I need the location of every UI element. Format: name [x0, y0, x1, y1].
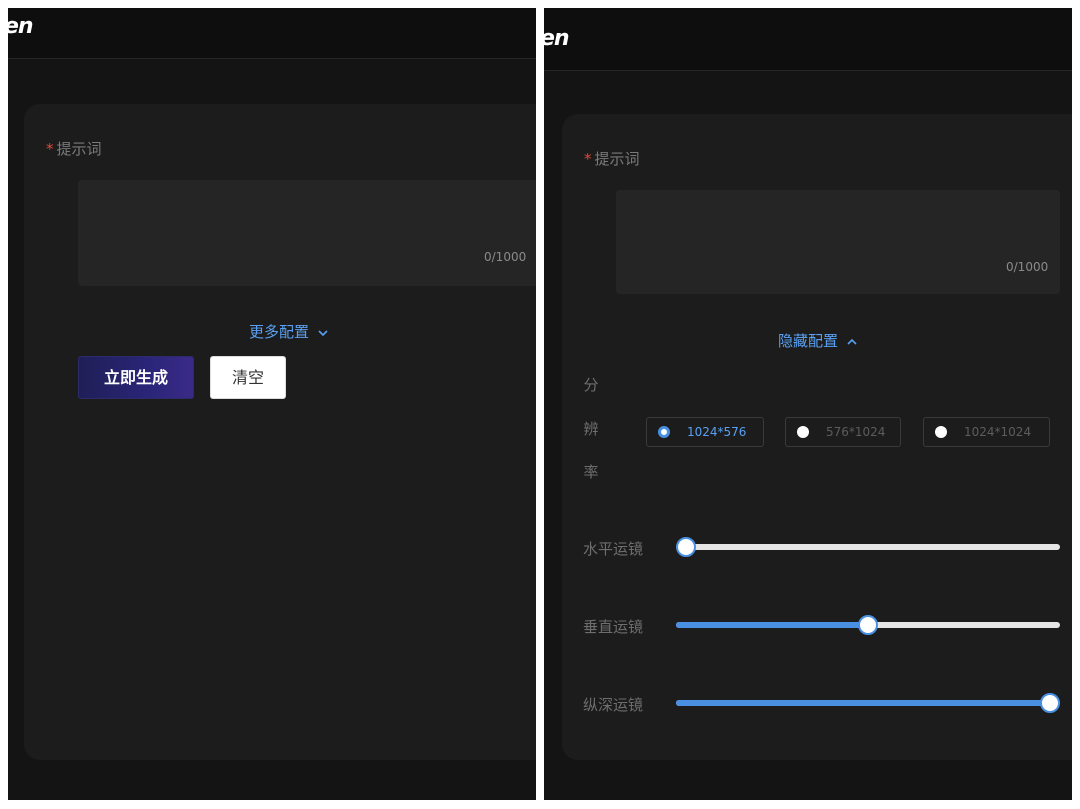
- top-bar: en: [8, 8, 536, 59]
- more-config-label: 更多配置: [249, 323, 310, 341]
- clear-button[interactable]: 清空: [210, 356, 286, 399]
- more-config-toggle[interactable]: 更多配置: [249, 321, 329, 342]
- depth-pan-label: 纵深运镜: [583, 696, 644, 714]
- resolution-option-1024x576[interactable]: 1024*576: [646, 417, 764, 447]
- resolution-label-char: 分: [583, 376, 599, 394]
- resolution-label-char: 辨: [583, 420, 599, 438]
- slider-thumb[interactable]: [858, 615, 878, 635]
- prompt-label-text: 提示词: [56, 140, 102, 158]
- depth-pan-slider[interactable]: [676, 693, 1060, 713]
- screenshot-comparison: en *提示词 0/1000 更多配置 立即生成 清空 en *提示词: [0, 0, 1080, 809]
- app-logo: en: [544, 26, 570, 51]
- prompt-label: * 提示词: [46, 138, 102, 159]
- resolution-option-label: 1024*1024: [964, 425, 1032, 439]
- generation-card: * 提示词 0/1000 更多配置 立即生成 清空: [24, 104, 536, 760]
- char-counter: 0/1000: [484, 250, 527, 264]
- hide-config-toggle[interactable]: 隐藏配置: [778, 330, 858, 351]
- top-bar: en: [544, 8, 1072, 71]
- app-logo: en: [8, 14, 34, 39]
- vertical-pan-slider[interactable]: [676, 615, 1060, 635]
- horizontal-pan-slider[interactable]: [676, 537, 1060, 557]
- horizontal-pan-label: 水平运镜: [583, 540, 644, 558]
- prompt-textarea[interactable]: [78, 180, 536, 286]
- generation-card: * 提示词 0/1000 隐藏配置 分 辨 率 1024*576 576*1024: [562, 114, 1072, 760]
- chevron-down-icon: [318, 329, 328, 336]
- generate-button[interactable]: 立即生成: [78, 356, 194, 399]
- left-panel: en *提示词 0/1000 更多配置 立即生成 清空: [8, 8, 536, 800]
- slider-thumb[interactable]: [1040, 693, 1060, 713]
- resolution-option-label: 1024*576: [687, 425, 747, 439]
- required-mark: *: [584, 150, 592, 168]
- required-mark: *: [46, 140, 54, 158]
- slider-fill: [676, 622, 868, 628]
- prompt-label: * 提示词: [584, 148, 640, 169]
- hide-config-label: 隐藏配置: [778, 332, 839, 350]
- radio-unselected-icon: [935, 426, 947, 438]
- prompt-textarea[interactable]: [616, 190, 1060, 294]
- resolution-option-576x1024[interactable]: 576*1024: [785, 417, 901, 447]
- resolution-option-1024x1024[interactable]: 1024*1024: [923, 417, 1050, 447]
- chevron-up-icon: [847, 338, 857, 345]
- resolution-label-char: 率: [583, 463, 599, 481]
- resolution-option-label: 576*1024: [826, 425, 886, 439]
- right-panel: en *提示词 0/1000 隐藏配置 分 辨 率 1024*576: [544, 8, 1072, 800]
- radio-unselected-icon: [797, 426, 809, 438]
- radio-selected-icon: [658, 426, 670, 438]
- vertical-pan-label: 垂直运镜: [583, 618, 644, 636]
- char-counter: 0/1000: [1006, 260, 1049, 274]
- slider-thumb[interactable]: [676, 537, 696, 557]
- prompt-label-text: 提示词: [594, 150, 640, 168]
- slider-track: [676, 544, 1060, 550]
- slider-fill: [676, 700, 1050, 706]
